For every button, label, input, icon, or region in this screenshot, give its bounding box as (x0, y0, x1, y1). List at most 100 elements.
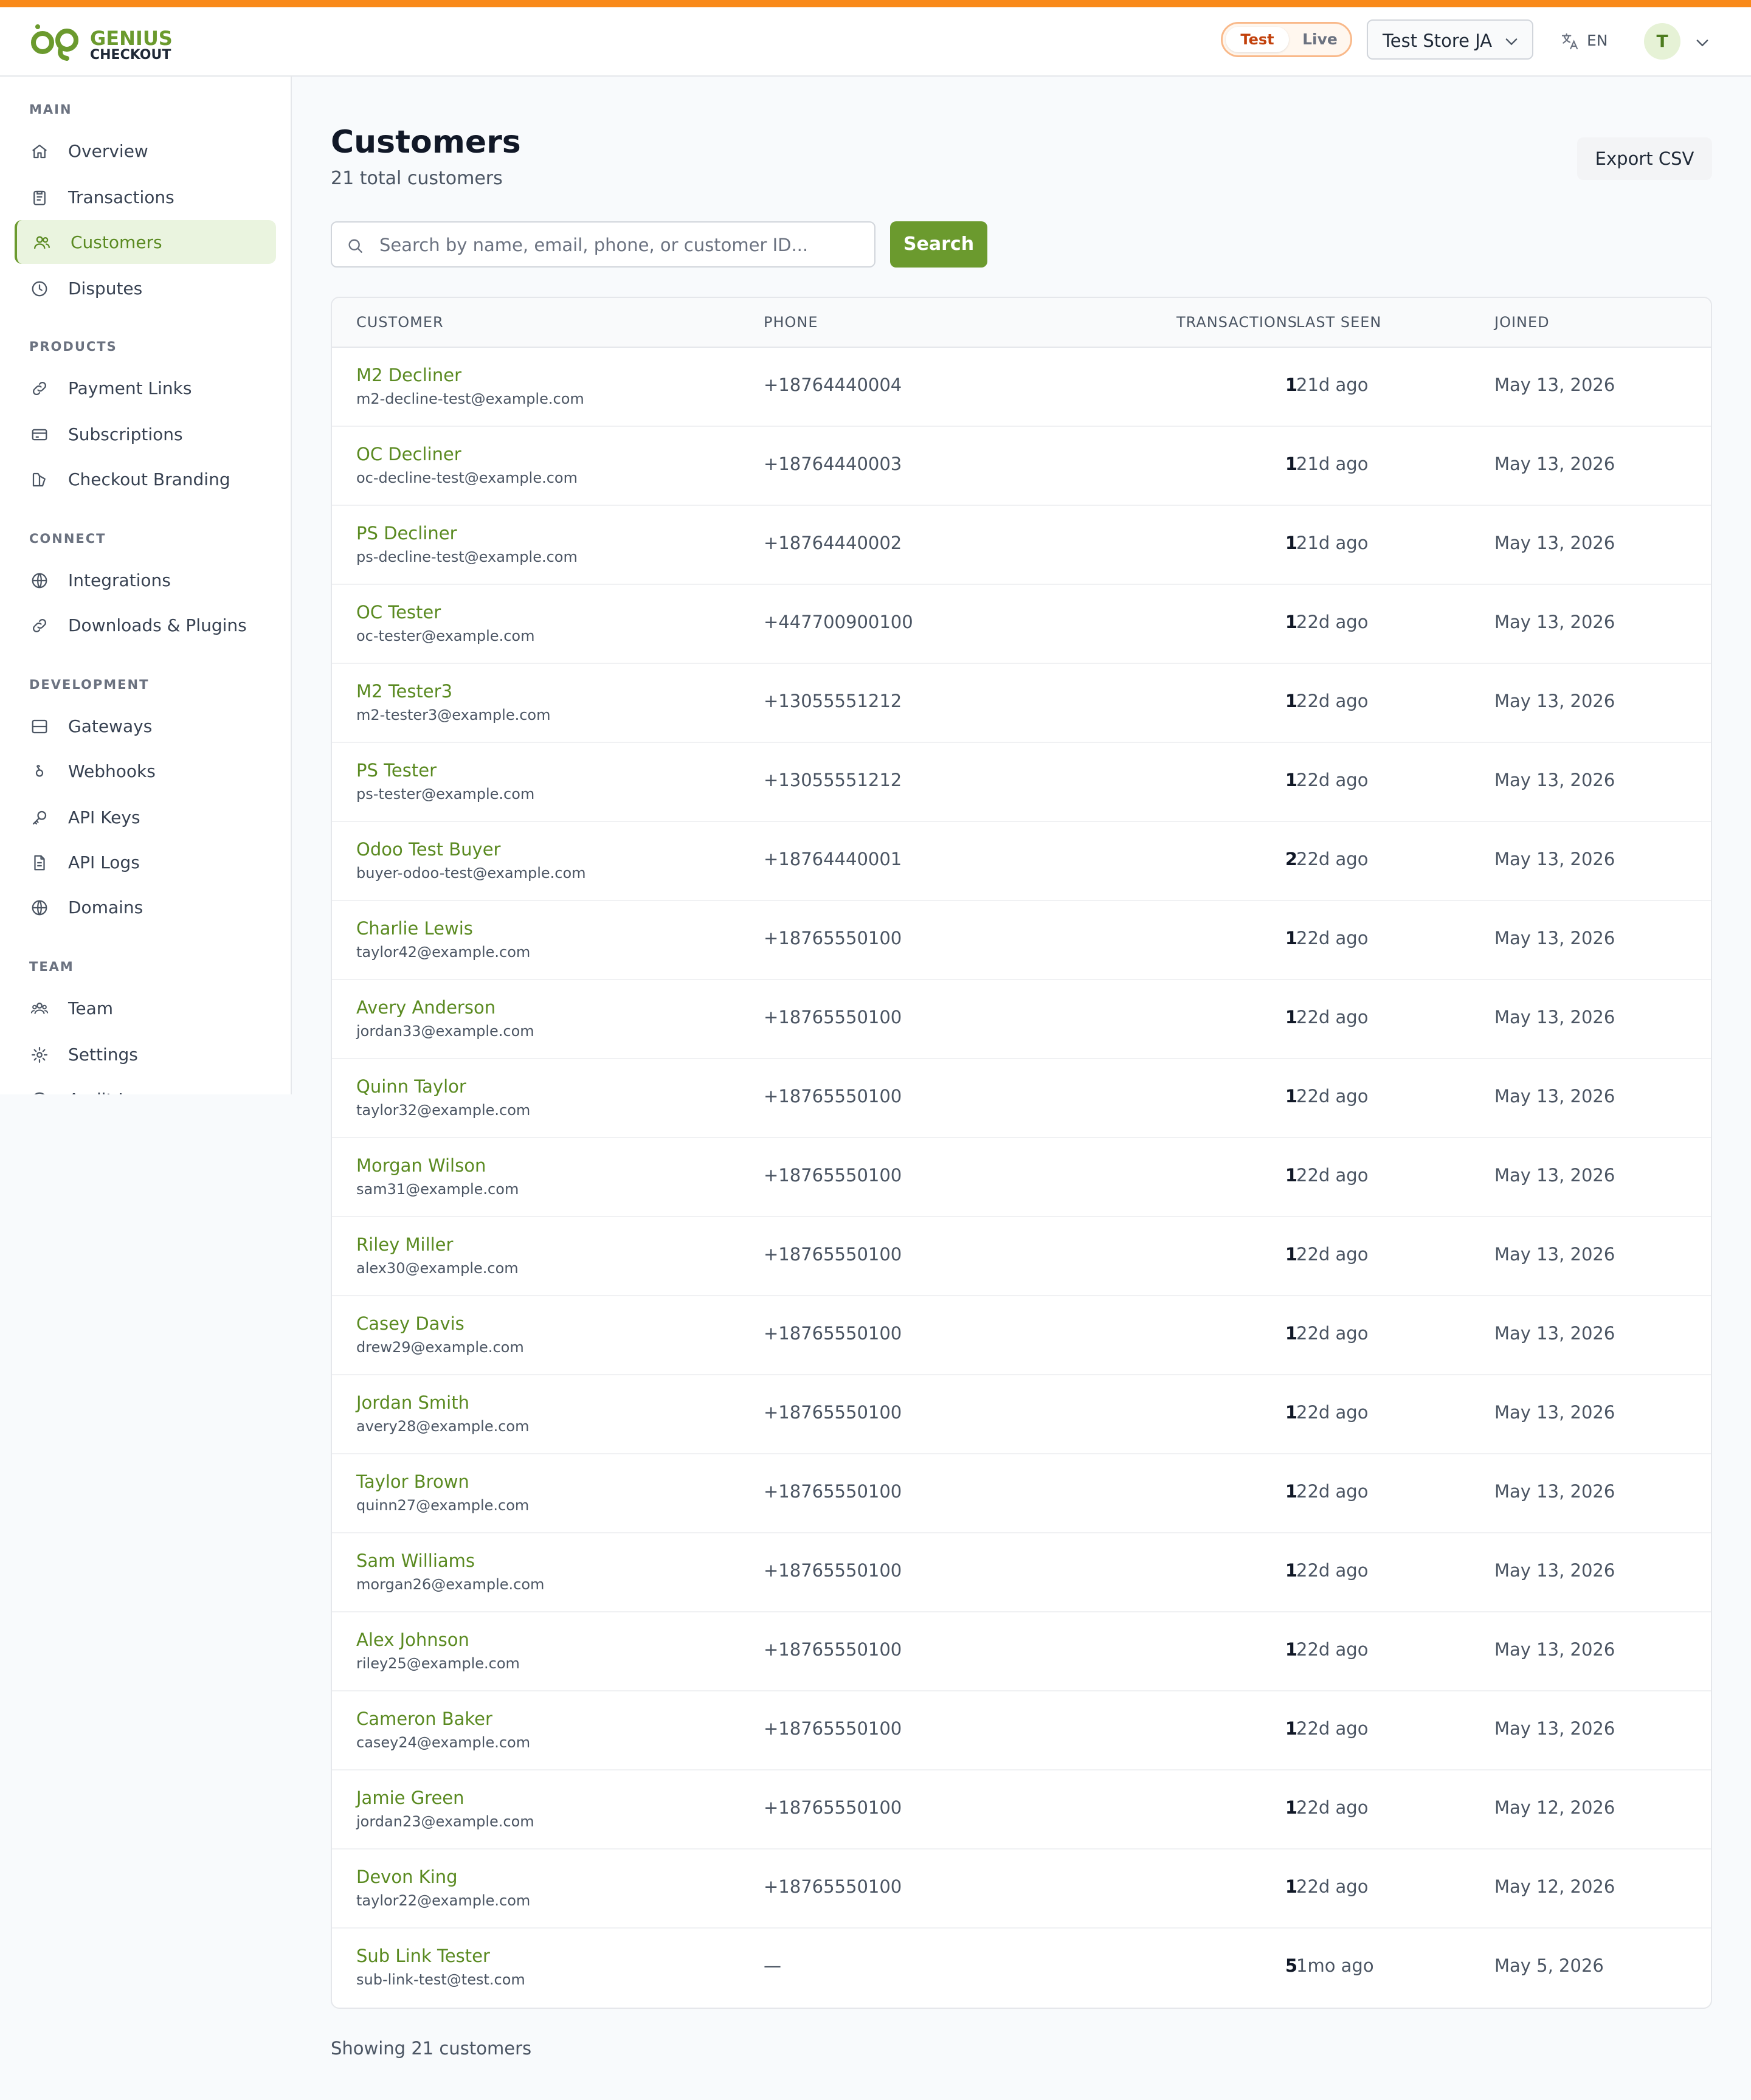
sidebar-item-integrations[interactable]: Integrations (15, 558, 276, 602)
customer-name[interactable]: Sub Link Tester (356, 1946, 490, 1966)
search-button[interactable]: Search (890, 221, 987, 268)
table-row[interactable]: PS Decliner ps-decline-test@example.com +1… (332, 506, 1711, 585)
customer-name[interactable]: Odoo Test Buyer (356, 839, 500, 860)
customer-name[interactable]: OC Tester (356, 602, 441, 623)
table-row[interactable]: Odoo Test Buyer buyer-odoo-test@example.c… (332, 822, 1711, 901)
sidebar-item-label: Gateways (68, 716, 153, 736)
customer-name[interactable]: Quinn Taylor (356, 1076, 466, 1097)
table-row[interactable]: Sub Link Tester sub-link-test@test.com — 5 1… (332, 1929, 1711, 2008)
table-row[interactable]: Sam Williams morgan26@example.com +1876555… (332, 1533, 1711, 1612)
table-row[interactable]: Quinn Taylor taylor32@example.com +1876555… (332, 1059, 1711, 1138)
column-header-last-seen[interactable]: LAST SEEN (1296, 314, 1381, 331)
customer-joined: May 5, 2026 (1494, 1955, 1604, 1976)
customer-name[interactable]: Devon King (356, 1867, 458, 1887)
mode-test-option[interactable]: Test (1226, 27, 1289, 52)
sidebar-item-audit-log[interactable]: Audit Log (15, 1077, 276, 1094)
table-row[interactable]: Alex Johnson riley25@example.com +18765550… (332, 1612, 1711, 1691)
sidebar-item-disputes[interactable]: Disputes (15, 266, 276, 310)
table-row[interactable]: OC Decliner oc-decline-test@example.com +1… (332, 427, 1711, 506)
customer-last-seen: 22d ago (1296, 928, 1369, 948)
sidebar-item-subscriptions[interactable]: Subscriptions (15, 412, 276, 456)
customer-name[interactable]: Jordan Smith (356, 1392, 469, 1413)
sidebar-item-downloads-plugins[interactable]: Downloads & Plugins (15, 603, 276, 647)
sidebar-item-domains[interactable]: Domains (15, 885, 276, 929)
search-input[interactable] (379, 230, 866, 260)
table-row[interactable]: Morgan Wilson sam31@example.com +187655501… (332, 1138, 1711, 1217)
customer-name[interactable]: Charlie Lewis (356, 918, 473, 939)
customer-name[interactable]: OC Decliner (356, 444, 461, 465)
table-row[interactable]: Avery Anderson jordan33@example.com +18765… (332, 980, 1711, 1059)
customer-joined: May 13, 2026 (1494, 849, 1615, 869)
table-row[interactable]: M2 Tester3 m2-tester3@example.com +1305555… (332, 664, 1711, 743)
logo-wordmark-top: GENIUS (90, 27, 173, 50)
table-header: CUSTOMER PHONE TRANSACTIONS LAST SEEN JO… (332, 298, 1711, 348)
sidebar-item-overview[interactable]: Overview (15, 129, 276, 173)
table-row[interactable]: Devon King taylor22@example.com +187655501… (332, 1850, 1711, 1929)
sidebar-section-products: PRODUCTS (29, 339, 117, 354)
customer-phone: +18765550100 (764, 1560, 902, 1581)
table-row[interactable]: M2 Decliner m2-decline-test@example.com +1… (332, 348, 1711, 427)
customer-email: ps-tester@example.com (356, 786, 535, 803)
sidebar-item-gateways[interactable]: Gateways (15, 704, 276, 748)
sidebar-item-webhooks[interactable]: Webhooks (15, 749, 276, 793)
mode-toggle[interactable]: Test Live (1221, 22, 1352, 57)
table-row[interactable]: Jordan Smith avery28@example.com +18765550… (332, 1375, 1711, 1454)
sidebar-item-settings[interactable]: Settings (15, 1032, 276, 1076)
sidebar-section-connect: CONNECT (29, 531, 106, 546)
sidebar-item-label: Transactions (68, 187, 174, 207)
table-row[interactable]: PS Tester ps-tester@example.com +130555512… (332, 743, 1711, 822)
sidebar-item-api-keys[interactable]: API Keys (15, 795, 276, 839)
customer-name[interactable]: M2 Tester3 (356, 681, 452, 702)
table-row[interactable]: Riley Miller alex30@example.com +187655501… (332, 1217, 1711, 1296)
store-selector[interactable]: Test Store JA (1367, 19, 1533, 60)
chevron-down-icon (1505, 38, 1518, 46)
customer-transactions: 2 (1285, 849, 1297, 869)
sidebar-item-payment-links[interactable]: Payment Links (15, 366, 276, 410)
sidebar-item-checkout-branding[interactable]: Checkout Branding (15, 457, 276, 501)
sidebar-item-team[interactable]: Team (15, 986, 276, 1030)
customer-phone: +13055551212 (764, 770, 902, 790)
customer-name[interactable]: M2 Decliner (356, 365, 461, 385)
customer-joined: May 13, 2026 (1494, 1639, 1615, 1660)
table-row[interactable]: OC Tester oc-tester@example.com +447700900… (332, 585, 1711, 664)
column-header-transactions[interactable]: TRANSACTIONS (1126, 314, 1297, 331)
customer-joined: May 13, 2026 (1494, 1402, 1615, 1423)
customer-phone: +18765550100 (764, 1481, 902, 1502)
table-row[interactable]: Jamie Green jordan23@example.com +18765550… (332, 1770, 1711, 1850)
customer-transactions: 1 (1285, 375, 1297, 395)
customer-last-seen: 22d ago (1296, 1481, 1369, 1502)
search-field[interactable] (331, 221, 876, 268)
chevron-down-icon[interactable] (1694, 34, 1711, 51)
sidebar-item-transactions[interactable]: Transactions (15, 175, 276, 219)
customer-name[interactable]: Jamie Green (356, 1787, 465, 1808)
customer-phone: +18764440004 (764, 375, 902, 395)
customer-name[interactable]: Morgan Wilson (356, 1155, 486, 1176)
customer-name[interactable]: PS Decliner (356, 523, 457, 544)
logo-wordmark-bottom: CHECKOUT (90, 47, 171, 63)
mode-live-option[interactable]: Live (1293, 27, 1347, 52)
customer-name[interactable]: Sam Williams (356, 1550, 475, 1571)
column-header-joined[interactable]: JOINED (1494, 314, 1550, 331)
customer-name[interactable]: Avery Anderson (356, 997, 496, 1018)
column-header-phone[interactable]: PHONE (764, 314, 818, 331)
table-row[interactable]: Charlie Lewis taylor42@example.com +187655… (332, 901, 1711, 980)
table-row[interactable]: Taylor Brown quinn27@example.com +18765550… (332, 1454, 1711, 1533)
table-row[interactable]: Casey Davis drew29@example.com +1876555010… (332, 1296, 1711, 1375)
sidebar-item-customers[interactable]: Customers (15, 220, 276, 264)
top-accent-stripe (0, 0, 1751, 7)
customer-name[interactable]: Riley Miller (356, 1234, 453, 1255)
logo-mark-icon (31, 24, 78, 61)
column-header-customer[interactable]: CUSTOMER (356, 314, 444, 331)
sidebar-item-label: Settings (68, 1045, 138, 1065)
table-row[interactable]: Cameron Baker casey24@example.com +1876555… (332, 1691, 1711, 1770)
language-switcher[interactable]: EN (1560, 29, 1609, 54)
customer-name[interactable]: Taylor Brown (356, 1471, 469, 1492)
customer-name[interactable]: PS Tester (356, 760, 437, 781)
export-csv-button[interactable]: Export CSV (1577, 137, 1712, 180)
customer-name[interactable]: Alex Johnson (356, 1629, 469, 1650)
customer-name[interactable]: Casey Davis (356, 1313, 465, 1334)
customer-name[interactable]: Cameron Baker (356, 1708, 492, 1729)
genius-checkout-logo[interactable]: GENIUS CHECKOUT (29, 19, 175, 63)
sidebar-item-api-logs[interactable]: API Logs (15, 840, 276, 884)
user-avatar[interactable]: T (1644, 23, 1680, 60)
